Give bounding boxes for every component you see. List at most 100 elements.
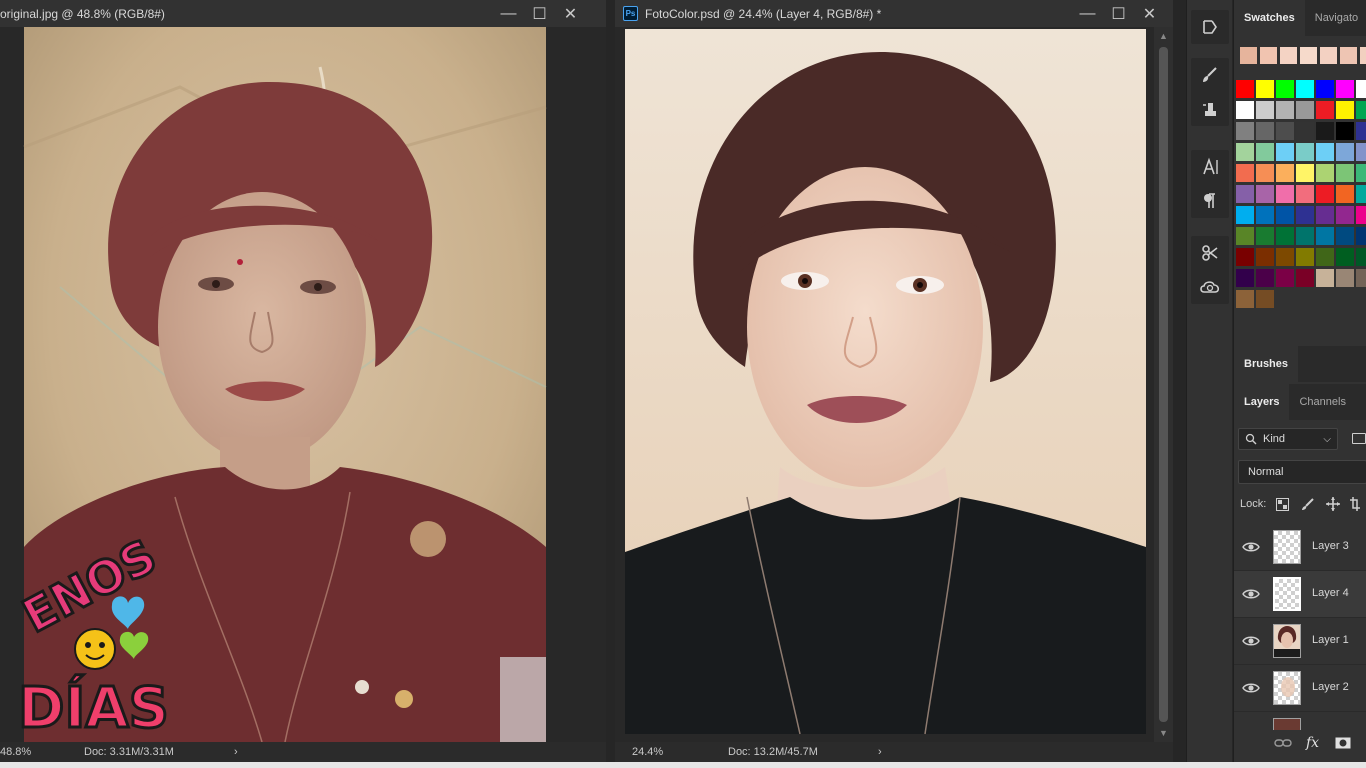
document-titlebar[interactable]: original.jpg @ 48.8% (RGB/8#) — ☐ ✕	[0, 0, 606, 27]
color-swatch[interactable]	[1296, 164, 1314, 182]
color-swatch[interactable]	[1256, 248, 1274, 266]
vertical-scrollbar[interactable]: ▲ ▼	[1154, 27, 1173, 742]
color-swatch[interactable]	[1296, 122, 1314, 140]
color-swatch[interactable]	[1276, 185, 1294, 203]
color-swatch[interactable]	[1256, 185, 1274, 203]
document-titlebar[interactable]: Ps FotoColor.psd @ 24.4% (Layer 4, RGB/8…	[615, 0, 1173, 27]
lock-transparent-pixels-icon[interactable]	[1276, 497, 1290, 511]
character-icon[interactable]	[1191, 150, 1229, 184]
filter-image-icon[interactable]	[1352, 433, 1366, 444]
color-swatch[interactable]	[1336, 143, 1354, 161]
scroll-down-icon[interactable]: ▼	[1159, 728, 1168, 738]
color-swatch[interactable]	[1316, 248, 1334, 266]
layer-filter-kind[interactable]: Kind ⌵	[1238, 428, 1338, 450]
recent-swatch[interactable]	[1240, 47, 1257, 64]
close-button[interactable]: ✕	[555, 0, 586, 27]
color-swatch[interactable]	[1316, 269, 1334, 287]
layer-name[interactable]: Layer 2	[1312, 681, 1349, 693]
color-swatch[interactable]	[1256, 164, 1274, 182]
color-swatch[interactable]	[1276, 143, 1294, 161]
color-swatch[interactable]	[1356, 185, 1366, 203]
recent-swatch[interactable]	[1340, 47, 1357, 64]
color-swatch[interactable]	[1256, 143, 1274, 161]
color-swatch[interactable]	[1336, 101, 1354, 119]
color-swatch[interactable]	[1276, 248, 1294, 266]
minimize-button[interactable]: —	[1072, 0, 1103, 27]
color-swatch[interactable]	[1356, 269, 1366, 287]
recent-swatch[interactable]	[1320, 47, 1337, 64]
tab-swatches[interactable]: Swatches	[1234, 0, 1305, 36]
zoom-level[interactable]: 48.8%	[0, 746, 31, 758]
document-window-original[interactable]: original.jpg @ 48.8% (RGB/8#) — ☐ ✕ ENOS…	[0, 0, 606, 762]
color-swatch[interactable]	[1316, 185, 1334, 203]
minimize-button[interactable]: —	[493, 0, 524, 27]
color-swatch[interactable]	[1316, 227, 1334, 245]
layer-row-selected[interactable]: Layer 4	[1234, 571, 1366, 618]
color-swatch[interactable]	[1336, 248, 1354, 266]
fx-icon[interactable]: fx	[1306, 735, 1319, 751]
color-swatch[interactable]	[1296, 143, 1314, 161]
tab-navigator[interactable]: Navigato	[1305, 0, 1366, 36]
tab-layers[interactable]: Layers	[1234, 384, 1290, 420]
color-swatch[interactable]	[1316, 122, 1334, 140]
lock-artboard-icon[interactable]	[1350, 497, 1361, 511]
color-swatch[interactable]	[1356, 143, 1366, 161]
visibility-eye-icon[interactable]	[1242, 634, 1260, 648]
close-button[interactable]: ✕	[1134, 0, 1165, 27]
color-swatch[interactable]	[1236, 206, 1254, 224]
color-swatch[interactable]	[1256, 80, 1274, 98]
color-swatch[interactable]	[1296, 206, 1314, 224]
brush-settings-icon[interactable]	[1191, 58, 1229, 92]
visibility-eye-icon[interactable]	[1242, 540, 1260, 554]
color-swatch[interactable]	[1356, 206, 1366, 224]
color-swatch[interactable]	[1276, 164, 1294, 182]
color-swatch[interactable]	[1336, 206, 1354, 224]
color-swatch[interactable]	[1236, 164, 1254, 182]
document-canvas[interactable]: ENOS DÍAS	[0, 27, 606, 742]
zoom-level[interactable]: 24.4%	[632, 746, 663, 758]
color-swatch[interactable]	[1336, 122, 1354, 140]
color-swatch[interactable]	[1236, 290, 1254, 308]
color-swatch[interactable]	[1316, 143, 1334, 161]
color-swatch[interactable]	[1296, 101, 1314, 119]
color-swatch[interactable]	[1356, 227, 1366, 245]
clone-source-icon[interactable]	[1191, 92, 1229, 126]
layer-row-partial[interactable]	[1234, 712, 1366, 730]
color-swatch[interactable]	[1236, 269, 1254, 287]
paragraph-icon[interactable]	[1191, 184, 1229, 218]
layer-row[interactable]: Layer 1	[1234, 618, 1366, 665]
recent-swatch[interactable]	[1360, 47, 1366, 64]
color-swatch[interactable]	[1296, 269, 1314, 287]
scroll-up-icon[interactable]: ▲	[1159, 31, 1168, 41]
layer-name[interactable]: Layer 1	[1312, 634, 1349, 646]
color-swatch[interactable]	[1256, 269, 1274, 287]
maximize-button[interactable]: ☐	[524, 0, 555, 27]
color-swatch[interactable]	[1276, 122, 1294, 140]
layer-row[interactable]: Layer 2	[1234, 665, 1366, 712]
tab-channels[interactable]: Channels	[1289, 384, 1355, 420]
blend-mode-select[interactable]: Normal	[1238, 460, 1366, 484]
document-canvas[interactable]	[615, 27, 1154, 742]
history-icon[interactable]	[1191, 10, 1229, 44]
mask-icon[interactable]	[1335, 737, 1351, 749]
recent-swatch[interactable]	[1260, 47, 1277, 64]
color-swatch[interactable]	[1296, 227, 1314, 245]
color-swatch[interactable]	[1356, 80, 1366, 98]
color-swatch[interactable]	[1316, 80, 1334, 98]
color-swatch[interactable]	[1356, 248, 1366, 266]
color-swatch[interactable]	[1236, 248, 1254, 266]
tool-presets-icon[interactable]	[1191, 236, 1229, 270]
color-swatch[interactable]	[1356, 101, 1366, 119]
recent-swatch[interactable]	[1280, 47, 1297, 64]
visibility-eye-icon[interactable]	[1242, 587, 1260, 601]
scrollbar-thumb[interactable]	[1159, 47, 1168, 722]
layer-name[interactable]: Layer 4	[1312, 587, 1349, 599]
color-swatch[interactable]	[1336, 164, 1354, 182]
color-swatch[interactable]	[1336, 269, 1354, 287]
color-swatch[interactable]	[1236, 101, 1254, 119]
document-window-fotocolor[interactable]: Ps FotoColor.psd @ 24.4% (Layer 4, RGB/8…	[615, 0, 1173, 762]
color-swatch[interactable]	[1236, 227, 1254, 245]
color-swatch[interactable]	[1236, 122, 1254, 140]
color-swatch[interactable]	[1296, 248, 1314, 266]
layer-row[interactable]: Layer 3	[1234, 524, 1366, 571]
